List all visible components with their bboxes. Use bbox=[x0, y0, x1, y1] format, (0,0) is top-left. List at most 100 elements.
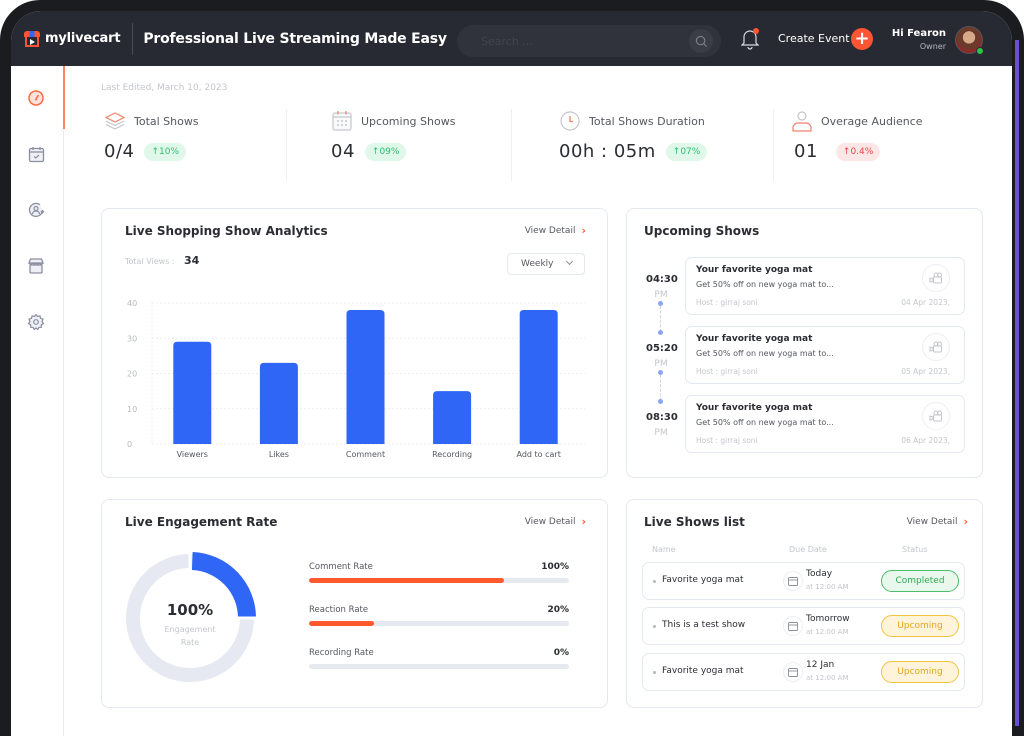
status-badge[interactable]: Upcoming bbox=[881, 661, 959, 683]
bar-likes[interactable] bbox=[259, 362, 298, 444]
show-title: Your favorite yoga mat bbox=[696, 334, 813, 344]
gear-icon bbox=[27, 313, 45, 331]
bullet-icon bbox=[653, 671, 656, 674]
due-date: Today bbox=[806, 569, 833, 579]
show-time-ampm: PM bbox=[654, 290, 668, 300]
video-camera-icon bbox=[929, 410, 942, 422]
column-header-name: Name bbox=[652, 545, 676, 554]
show-name: This is a test show bbox=[662, 620, 746, 630]
column-header-status: Status bbox=[902, 545, 928, 554]
y-tick-label: 0 bbox=[127, 440, 132, 449]
rate-row: Comment Rate 100% bbox=[309, 562, 569, 583]
calendar-check-icon bbox=[28, 146, 44, 162]
plus-icon: + bbox=[854, 28, 870, 49]
table-row[interactable]: Favorite yoga mat Today at 12:00 AM Complet… bbox=[642, 562, 965, 600]
user-info[interactable]: Hi Fearon Owner bbox=[892, 28, 946, 51]
show-title: Your favorite yoga mat bbox=[696, 265, 813, 275]
show-time: 05:20 PM bbox=[646, 343, 678, 369]
show-date: 05 Apr 2023, bbox=[901, 367, 950, 376]
search-button[interactable] bbox=[689, 29, 713, 53]
live-shows-card: Live Shows list View Detail › Name Due Da… bbox=[626, 499, 983, 708]
bar-add-to-cart[interactable] bbox=[519, 310, 558, 444]
sidebar-item-calendar[interactable] bbox=[26, 144, 46, 164]
total-views-value: 34 bbox=[184, 254, 200, 267]
show-time-ampm: PM bbox=[654, 359, 668, 369]
timeline-line bbox=[660, 306, 661, 332]
live-shows-view-detail-link[interactable]: View Detail › bbox=[907, 515, 968, 528]
analytics-view-detail-link[interactable]: View Detail › bbox=[525, 224, 586, 237]
trend-value: 07% bbox=[680, 146, 701, 157]
timeline-dot bbox=[658, 399, 663, 404]
x-tick-label: Likes bbox=[269, 450, 289, 459]
last-edited: Last Edited, March 10, 2023 bbox=[101, 83, 228, 93]
donut-center: 100% Engagement Rate bbox=[126, 601, 254, 649]
chevron-right-icon: › bbox=[581, 515, 586, 528]
trend-value: 10% bbox=[159, 146, 180, 157]
stat-upcoming-shows: Upcoming Shows 04 ↑09% bbox=[331, 109, 455, 181]
rate-row: Recording Rate 0% bbox=[309, 648, 569, 669]
upcoming-show-item[interactable]: Your favorite yoga mat Get 50% off on new… bbox=[685, 326, 965, 384]
engagement-value: 100% bbox=[166, 601, 214, 619]
upcoming-shows-card: Upcoming Shows 04:30 PM Your favorite yoga… bbox=[626, 208, 983, 478]
sidebar-active-indicator bbox=[63, 66, 65, 129]
show-host: Host : girraj soni bbox=[696, 436, 758, 445]
top-bar: mylivecart Professional Live Streaming M… bbox=[11, 11, 1012, 66]
status-badge[interactable]: Upcoming bbox=[881, 615, 959, 637]
user-refresh-icon bbox=[28, 202, 45, 218]
bar-recording[interactable] bbox=[433, 391, 472, 444]
stat-divider bbox=[773, 109, 774, 181]
table-row[interactable]: Favorite yoga mat 12 Jan at 12:00 AM Upcomi… bbox=[642, 653, 965, 691]
show-description: Get 50% off on new yoga mat to... bbox=[696, 418, 834, 427]
create-event-button[interactable]: + bbox=[851, 28, 873, 50]
bar-comment[interactable] bbox=[346, 310, 385, 444]
stat-label: Upcoming Shows bbox=[361, 114, 456, 128]
show-time-ampm: PM bbox=[654, 428, 668, 438]
search-icon bbox=[695, 35, 707, 47]
show-description: Get 50% off on new yoga mat to... bbox=[696, 349, 834, 358]
x-tick-label: Add to cart bbox=[517, 450, 561, 459]
show-name: Favorite yoga mat bbox=[662, 666, 744, 676]
search-bar bbox=[457, 25, 721, 57]
engagement-view-detail-link[interactable]: View Detail › bbox=[525, 515, 586, 528]
view-detail-label: View Detail bbox=[524, 516, 576, 527]
analytics-title: Live Shopping Show Analytics bbox=[125, 224, 328, 238]
sidebar-item-store[interactable] bbox=[26, 256, 46, 276]
notifications-button[interactable] bbox=[740, 28, 761, 50]
table-row[interactable]: This is a test show Tomorrow at 12:00 AM Up… bbox=[642, 607, 965, 645]
sidebar-item-settings[interactable] bbox=[26, 312, 46, 332]
user-role: Owner bbox=[919, 42, 946, 51]
chevron-down-icon bbox=[565, 257, 574, 266]
upcoming-show-item[interactable]: Your favorite yoga mat Get 50% off on new… bbox=[685, 257, 965, 315]
video-camera-button[interactable] bbox=[922, 333, 950, 361]
brand-logo[interactable]: mylivecart bbox=[24, 30, 121, 47]
upcoming-show-item[interactable]: Your favorite yoga mat Get 50% off on new… bbox=[685, 395, 965, 453]
video-camera-button[interactable] bbox=[922, 264, 950, 292]
due-time: at 12:00 AM bbox=[806, 628, 849, 636]
engagement-title: Live Engagement Rate bbox=[125, 515, 278, 529]
create-event-label[interactable]: Create Event bbox=[778, 32, 850, 45]
calendar-icon bbox=[783, 616, 803, 636]
bar-chart: 0 10 20 30 40 Viewers Likes Comment Recording Add… bbox=[127, 299, 585, 459]
stat-label: Overage Audience bbox=[821, 114, 923, 128]
search-input[interactable] bbox=[457, 34, 677, 48]
trend-badge: ↑10% bbox=[144, 142, 187, 161]
y-tick-label: 20 bbox=[127, 370, 137, 379]
period-select[interactable]: Weekly bbox=[507, 253, 585, 275]
sidebar-item-users[interactable] bbox=[26, 200, 46, 220]
bar-viewers[interactable] bbox=[173, 341, 212, 444]
layers-icon bbox=[104, 110, 126, 132]
rate-value: 20% bbox=[547, 605, 569, 615]
rate-value: 100% bbox=[541, 562, 569, 572]
rate-progress-fill bbox=[309, 621, 374, 626]
trend-badge: ↑0.4% bbox=[835, 142, 881, 161]
video-camera-button[interactable] bbox=[922, 402, 950, 430]
sidebar-item-dashboard[interactable] bbox=[26, 88, 46, 108]
chevron-right-icon: › bbox=[963, 515, 968, 528]
due-date: 12 Jan bbox=[806, 660, 835, 670]
status-badge[interactable]: Completed bbox=[881, 570, 959, 592]
view-detail-label: View Detail bbox=[906, 516, 958, 527]
show-time-value: 04:30 bbox=[646, 274, 678, 285]
timeline-line bbox=[660, 375, 661, 401]
period-select-value: Weekly bbox=[521, 259, 554, 269]
app-screen: mylivecart Professional Live Streaming M… bbox=[11, 11, 1012, 736]
